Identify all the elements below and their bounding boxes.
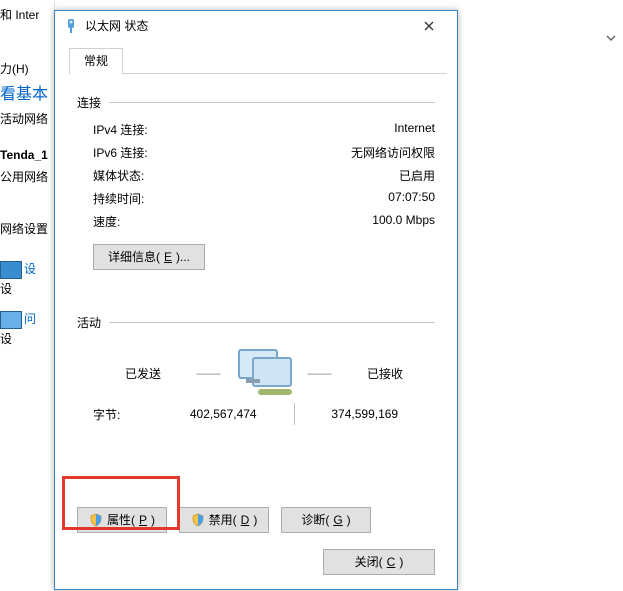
parent-window-text: 设 [0,260,48,279]
shield-icon [191,513,205,527]
shield-icon [89,513,103,527]
bytes-sent: 402,567,474 [153,407,294,421]
disable-button[interactable]: 禁用(D) [179,507,269,533]
diagnose-button[interactable]: 诊断(G) [281,507,371,533]
parent-window-text: 力(H) [0,60,48,77]
ipv4-value: Internet [394,121,435,138]
parent-window-text: 网络设置 [0,220,48,237]
parent-window-left-strip: 和 Inter力(H)看基本活动网络Tenda_1公用网络网络设置设设问设 [0,0,55,591]
group-activity: 活动 [77,314,435,331]
row-ipv6: IPv6 连接: 无网络访问权限 [93,144,435,161]
parent-window-text: 设 [0,280,48,297]
row-media: 媒体状态: 已启用 [93,167,435,184]
media-value: 已启用 [399,167,435,184]
duration-value: 07:07:50 [388,190,435,207]
properties-button[interactable]: 属性(P) [77,507,167,533]
bytes-recv: 374,599,169 [295,407,436,421]
row-ipv4: IPv4 连接: Internet [93,121,435,138]
titlebar: 以太网 状态 [55,11,457,41]
close-dialog-button[interactable]: 关闭(C) [323,549,435,575]
ipv6-label: IPv6 连接: [93,144,148,161]
group-activity-label: 活动 [77,314,101,331]
close-button[interactable] [409,13,449,39]
ethernet-icon [63,18,79,34]
bytes-row: 字节: 402,567,474 374,599,169 [93,403,435,425]
dialog-title: 以太网 状态 [85,11,409,41]
tabstrip: 常规 [69,47,447,74]
chevron-down-icon [605,32,617,44]
recv-label: 已接收 [335,365,435,382]
duration-label: 持续时间: [93,190,144,207]
parent-window-text: 问 [0,310,48,329]
row-speed: 速度: 100.0 Mbps [93,213,435,230]
divider [109,102,435,103]
dash: —— [194,366,224,380]
parent-window-text: 和 Inter [0,6,48,23]
ipv4-label: IPv4 连接: [93,121,148,138]
divider [109,322,435,323]
activity-row: 已发送 —— —— 已接收 [93,349,435,397]
speed-label: 速度: [93,213,120,230]
footer-buttons: 属性(P) 禁用(D) 诊断(G) [77,507,435,533]
bytes-label: 字节: [93,406,153,423]
parent-window-text: 公用网络 [0,168,48,185]
parent-window-text: 活动网络 [0,110,48,127]
parent-window-text: 看基本 [0,80,48,104]
close-icon [424,21,434,31]
sent-label: 已发送 [93,365,193,382]
parent-window-text: 设 [0,330,48,347]
details-button[interactable]: 详细信息(E)... [93,244,205,270]
media-label: 媒体状态: [93,167,144,184]
dash: —— [305,366,335,380]
ethernet-status-dialog: 以太网 状态 常规 连接 IPv4 连接: Internet IPv6 连接: 无网… [54,10,458,590]
computers-icon [224,349,304,397]
row-duration: 持续时间: 07:07:50 [93,190,435,207]
parent-window-dropdown[interactable] [605,32,617,47]
tab-general[interactable]: 常规 [69,48,123,75]
speed-value: 100.0 Mbps [372,213,435,230]
group-connection-label: 连接 [77,94,101,111]
ipv6-value: 无网络访问权限 [351,144,435,161]
group-connection: 连接 [77,94,435,111]
parent-window-text: Tenda_1 [0,148,48,162]
